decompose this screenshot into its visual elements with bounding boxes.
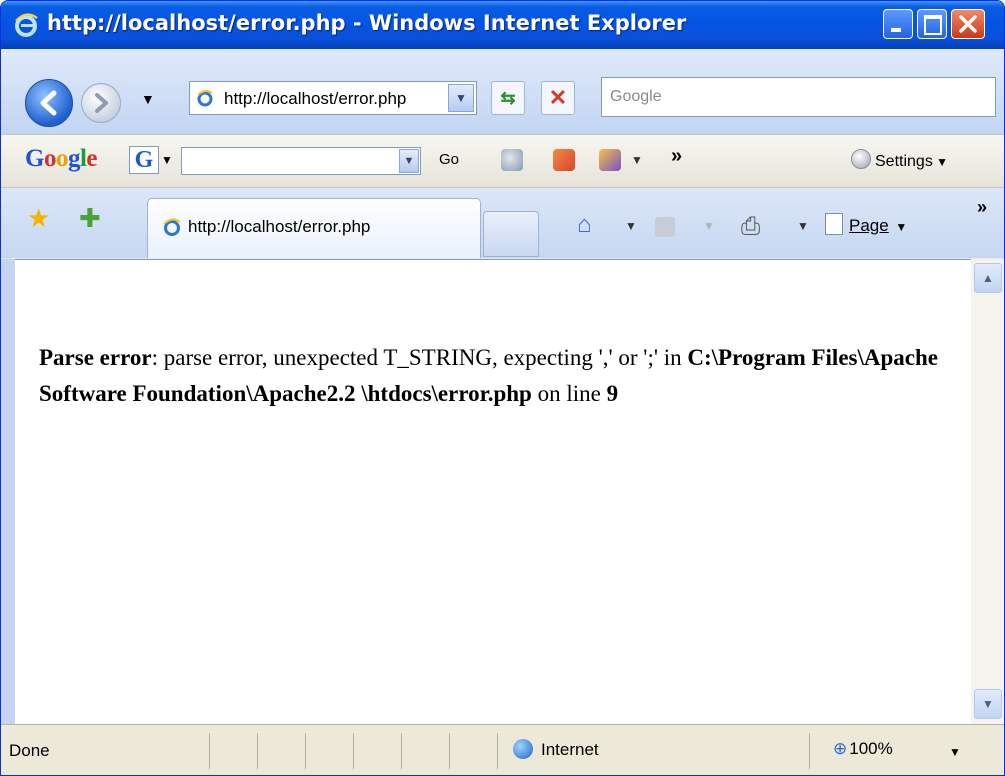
zoom-level[interactable]: ⊕ 100% — [833, 739, 893, 759]
stop-button[interactable]: ✕ — [541, 81, 575, 115]
search-input[interactable]: Google — [601, 77, 996, 117]
page-menu-button[interactable]: Page ▼ — [825, 213, 907, 236]
error-prefix: Parse error — [39, 345, 152, 370]
security-zone[interactable]: Internet — [513, 739, 599, 760]
google-go-button[interactable]: Go — [439, 151, 459, 168]
bookmarks-dropdown-icon[interactable]: ▼ — [631, 153, 643, 167]
back-button[interactable] — [25, 79, 73, 127]
google-toolbar: Google G ▼ ▼ Go ▼ » Settings ▼ — [1, 134, 1004, 188]
window-title: http://localhost/error.php - Windows Int… — [47, 11, 687, 35]
bookmarks-icon[interactable] — [599, 149, 621, 171]
feed-icon[interactable] — [655, 217, 675, 237]
close-icon — [959, 15, 977, 33]
settings-icon — [851, 149, 871, 169]
print-icon[interactable]: ⎙ — [741, 213, 760, 241]
google-search-input[interactable] — [181, 147, 421, 175]
title-bar: http://localhost/error.php - Windows Int… — [1, 1, 1004, 49]
status-text: Done — [9, 741, 50, 760]
stop-icon: ✕ — [548, 85, 568, 110]
zoom-dropdown-icon[interactable]: ▼ — [949, 745, 961, 759]
home-icon[interactable]: ⌂ — [577, 211, 592, 239]
google-search-dropdown-icon[interactable]: ▼ — [399, 149, 419, 173]
search-web-icon[interactable] — [501, 149, 523, 171]
tab-current[interactable]: http://localhost/error.php — [147, 198, 481, 258]
line-prefix: on line — [531, 381, 607, 406]
close-button[interactable] — [951, 9, 985, 39]
popup-blocker-icon[interactable] — [553, 149, 575, 171]
tab-ie-icon — [163, 218, 181, 236]
scroll-up-icon[interactable]: ▲ — [974, 263, 1002, 293]
magnifier-icon: ⊕ — [833, 739, 848, 758]
tab-label: http://localhost/error.php — [188, 217, 371, 236]
page-icon — [825, 213, 843, 235]
home-dropdown-icon[interactable]: ▼ — [625, 219, 637, 233]
page-content: Parse error: parse error, unexpected T_S… — [15, 259, 971, 725]
google-menu-button[interactable]: G — [129, 146, 159, 174]
command-more-button[interactable]: » — [977, 197, 987, 218]
back-arrow-icon — [40, 90, 57, 116]
refresh-button[interactable]: ⇆ — [491, 81, 525, 115]
search-placeholder: Google — [610, 88, 662, 105]
google-logo: Google — [25, 145, 98, 172]
recent-pages-dropdown-icon[interactable]: ▼ — [141, 91, 155, 107]
browser-window: http://localhost/error.php - Windows Int… — [0, 0, 1005, 776]
address-url[interactable]: http://localhost/error.php — [224, 89, 440, 109]
google-more-button[interactable]: » — [671, 145, 682, 168]
address-bar[interactable]: http://localhost/error.php ▼ — [189, 81, 477, 115]
print-dropdown-icon[interactable]: ▼ — [797, 219, 809, 233]
content-left-border — [1, 259, 15, 724]
feed-dropdown-icon[interactable]: ▼ — [703, 219, 715, 233]
google-menu-dropdown-icon[interactable]: ▼ — [161, 153, 173, 167]
add-favorite-icon[interactable]: ✚ — [79, 203, 101, 234]
error-text: : parse error, unexpected T_STRING, expe… — [151, 345, 688, 370]
line-number: 9 — [606, 381, 619, 406]
forward-arrow-icon — [95, 93, 108, 113]
maximize-button[interactable] — [917, 9, 947, 39]
new-tab-button[interactable] — [483, 211, 539, 257]
settings-button[interactable]: Settings ▼ — [851, 149, 948, 171]
error-message: Parse error: parse error, unexpected T_S… — [39, 340, 959, 412]
page-ie-icon — [197, 89, 213, 107]
minimize-button[interactable] — [883, 9, 913, 39]
refresh-icon: ⇆ — [500, 88, 516, 108]
forward-button[interactable] — [81, 83, 121, 123]
scroll-down-icon[interactable]: ▼ — [974, 689, 1002, 719]
status-bar: Done Internet ⊕ 100% ▼ — [1, 724, 1004, 775]
address-dropdown-icon[interactable]: ▼ — [448, 84, 474, 112]
globe-icon — [513, 739, 533, 759]
vertical-scrollbar[interactable]: ▲ ▼ — [971, 259, 1004, 724]
ie-logo-icon — [15, 13, 38, 37]
favorites-star-icon[interactable]: ★ — [27, 203, 50, 234]
